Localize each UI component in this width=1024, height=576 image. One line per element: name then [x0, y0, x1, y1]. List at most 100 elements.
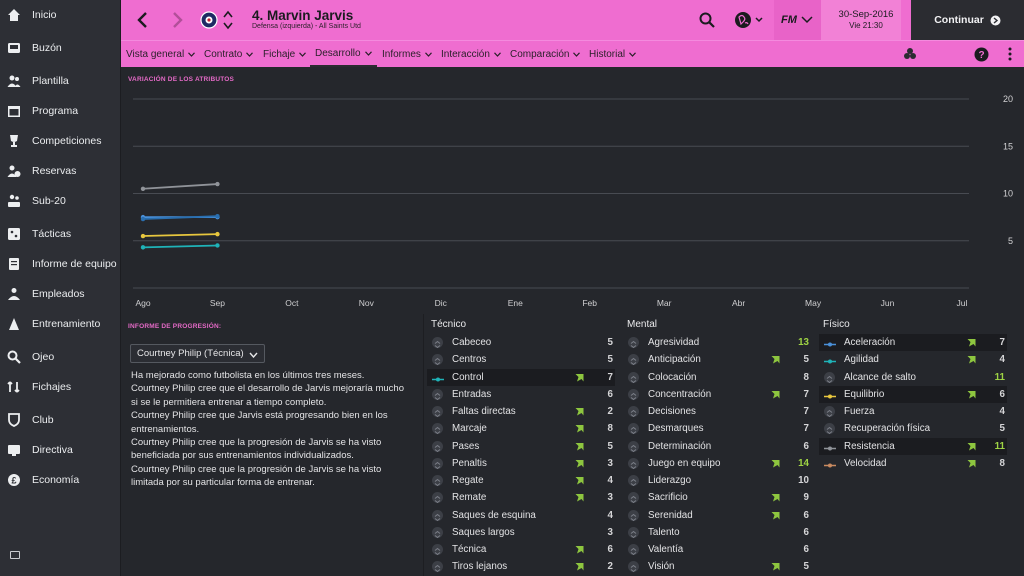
attribute-row[interactable]: Tiros lejanos 2	[427, 558, 615, 575]
x-tick-label: Nov	[359, 298, 375, 308]
continue-button[interactable]: Continuar	[911, 0, 1024, 40]
sidebar-item-11[interactable]: Entrenamiento	[0, 310, 121, 338]
attribute-row[interactable]: Técnica 6	[427, 541, 615, 558]
attribute-row[interactable]: Velocidad 8	[819, 455, 1007, 472]
attribute-name: Aceleración	[844, 337, 896, 348]
attribute-row[interactable]: Saques largos 3	[427, 524, 615, 541]
attribute-value: 7	[607, 371, 613, 383]
attribute-row[interactable]: Control 7	[427, 368, 615, 386]
tab-5[interactable]: Informes	[382, 41, 432, 67]
attribute-row[interactable]: Concentración 7	[623, 386, 811, 403]
sidebar-item-10[interactable]: Empleados	[0, 280, 121, 308]
x-tick-label: Jun	[881, 298, 895, 308]
attribute-row[interactable]: Talento 6	[623, 524, 811, 541]
tab-1[interactable]: Vista general	[126, 41, 196, 67]
attribute-row[interactable]: Serenidad 6	[623, 507, 811, 524]
sidebar-item-9[interactable]: Informe de equipo	[0, 250, 121, 278]
more-vertical-icon	[1008, 47, 1012, 61]
tab-6[interactable]: Interacción	[441, 41, 501, 67]
sidebar-item-7[interactable]: Sub-20	[0, 187, 121, 215]
data-point	[215, 243, 220, 248]
attribute-row[interactable]: Decisiones 7	[623, 403, 811, 420]
data-point	[215, 213, 220, 219]
attribute-row[interactable]: Pases 5	[427, 438, 615, 455]
sidebar-item-8[interactable]: Tácticas	[0, 220, 121, 248]
attribute-row[interactable]: Remate 3	[427, 489, 615, 506]
attribute-row[interactable]: Recuperación física 5	[819, 420, 1007, 437]
attribute-row[interactable]: Regate 4	[427, 472, 615, 489]
attribute-row[interactable]: Visión 5	[623, 558, 811, 575]
tab-label: Interacción	[441, 48, 490, 60]
attribute-row[interactable]: Faltas directas 2	[427, 403, 615, 420]
screen-toggle-icon[interactable]	[10, 551, 20, 559]
sidebar-item-label: Empleados	[32, 288, 85, 300]
tab-7[interactable]: Comparación	[510, 41, 581, 67]
attribute-value: 3	[607, 492, 613, 504]
trophy-icon	[7, 134, 21, 148]
attribute-row[interactable]: Aceleración 7	[819, 334, 1007, 351]
data-point	[215, 231, 220, 237]
attribute-name: Recuperación física	[844, 423, 931, 435]
attribute-row[interactable]: Liderazgo 10	[623, 472, 811, 489]
sidebar-item-1[interactable]: Inicio	[0, 1, 121, 29]
sidebar-item-14[interactable]: Club	[0, 406, 121, 434]
sidebar-item-6[interactable]: Reservas	[0, 157, 121, 185]
player-stepper[interactable]	[222, 9, 234, 31]
clover-icon	[904, 48, 916, 59]
player-subtitle: Defensa (izquierda) - All Saints Utd	[252, 23, 361, 30]
attribute-row[interactable]: Anticipación 5	[623, 351, 811, 368]
club-badge-icon[interactable]	[199, 10, 219, 30]
attribute-value: 3	[607, 526, 613, 538]
sidebar-item-13[interactable]: Fichajes	[0, 373, 121, 401]
attribute-row[interactable]: Cabeceo 5	[427, 334, 615, 351]
attribute-row[interactable]: Saques de esquina 4	[427, 507, 615, 524]
x-tick-label: Dic	[435, 298, 448, 308]
attribute-row[interactable]: Entradas 6	[427, 386, 615, 403]
sidebar-item-15[interactable]: Directiva	[0, 436, 121, 464]
help-button[interactable]: ?	[972, 46, 990, 62]
tab-3[interactable]: Fichaje	[263, 41, 307, 67]
sidebar-item-label: Economía	[32, 474, 80, 486]
attribute-row[interactable]: Fuerza 4	[819, 403, 1007, 420]
attribute-value: 6	[803, 440, 809, 452]
x-tick-label: Mar	[657, 298, 672, 308]
sidebar-item-16[interactable]: £ Economía	[0, 466, 121, 494]
sidebar-item-3[interactable]: Plantilla	[0, 67, 121, 95]
attribute-row[interactable]: Sacrificio 9	[623, 489, 811, 506]
attribute-row[interactable]: Colocación 8	[623, 369, 811, 386]
svg-text:£: £	[11, 476, 16, 486]
world-menu-button[interactable]	[731, 10, 767, 30]
attribute-row[interactable]: Juego en equipo 14	[623, 455, 811, 472]
more-options-button[interactable]	[1001, 45, 1019, 63]
attribute-row[interactable]: Equilibrio 6	[819, 385, 1007, 403]
team-colours-button[interactable]	[901, 46, 919, 62]
forward-button[interactable]	[167, 10, 189, 30]
graph-line-icon	[824, 389, 836, 400]
attribute-row[interactable]: Determinación 6	[623, 438, 811, 455]
sidebar-item-12[interactable]: Ojeo	[0, 343, 121, 371]
tab-2[interactable]: Contrato	[204, 41, 254, 67]
back-button[interactable]	[131, 10, 153, 30]
sidebar-item-2[interactable]: Buzón	[0, 34, 121, 62]
fm-menu-button[interactable]: FM	[777, 10, 817, 30]
tab-4[interactable]: Desarrollo	[310, 41, 377, 67]
u20-icon	[7, 194, 21, 208]
attribute-row[interactable]: Alcance de salto 11	[819, 369, 1007, 386]
sidebar-item-5[interactable]: Competiciones	[0, 127, 121, 155]
attribute-row[interactable]: Resistencia 11	[819, 437, 1007, 455]
attribute-row[interactable]: Agilidad 4	[819, 351, 1007, 368]
attribute-row[interactable]: Valentía 6	[623, 541, 811, 558]
attribute-value: 6	[803, 544, 809, 555]
attribute-row[interactable]: Centros 5	[427, 351, 615, 368]
data-point	[140, 233, 146, 239]
attribute-row[interactable]: Desmarques 7	[623, 420, 811, 437]
attribute-name: Agilidad	[844, 354, 879, 366]
tab-8[interactable]: Historial	[589, 41, 637, 67]
attribute-row[interactable]: Penaltis 3	[427, 455, 615, 472]
attribute-row[interactable]: Agresividad 13	[623, 334, 811, 351]
search-button[interactable]	[697, 10, 717, 30]
coach-select[interactable]: Courtney Philip (Técnica)	[130, 344, 265, 363]
attribute-row[interactable]: Marcaje 8	[427, 420, 615, 437]
chevron-down-icon	[299, 50, 307, 59]
sidebar-item-4[interactable]: Programa	[0, 97, 121, 125]
